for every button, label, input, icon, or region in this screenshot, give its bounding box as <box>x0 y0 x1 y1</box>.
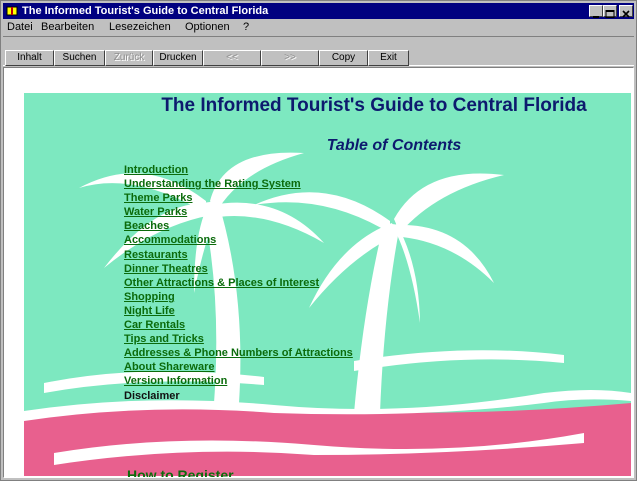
toc-link-dinner-theatres[interactable]: Dinner Theatres <box>124 262 353 276</box>
toc-link-beaches[interactable]: Beaches <box>124 219 353 233</box>
close-button[interactable] <box>619 5 633 18</box>
menu-datei[interactable]: Datei <box>7 20 33 35</box>
toc-list: Introduction Understanding the Rating Sy… <box>124 163 353 403</box>
window-title: The Informed Tourist's Guide to Central … <box>22 5 269 17</box>
how-to-register-link[interactable]: How to Register <box>127 467 234 477</box>
menu-bar: Datei Bearbeiten Lesezeichen Optionen ? <box>3 20 634 35</box>
toc-link-tips-and-tricks[interactable]: Tips and Tricks <box>124 332 353 346</box>
toc-link-restaurants[interactable]: Restaurants <box>124 248 353 262</box>
toc-link-accommodations[interactable]: Accommodations <box>124 233 353 247</box>
minimize-icon <box>593 16 599 18</box>
search-button[interactable]: Suchen <box>54 50 105 66</box>
title-bar[interactable]: The Informed Tourist's Guide to Central … <box>3 3 634 19</box>
back-button[interactable]: Zurück <box>105 50 153 66</box>
toc-link-version-information[interactable]: Version Information <box>124 374 353 388</box>
contents-button[interactable]: Inhalt <box>5 50 54 66</box>
page-title: The Informed Tourist's Guide to Central … <box>161 95 587 116</box>
toc-link-night-life[interactable]: Night Life <box>124 304 353 318</box>
toolbar: Inhalt Suchen Zurück Drucken << >> Copy … <box>3 36 634 66</box>
toc-heading: Table of Contents <box>326 137 462 154</box>
toc-link-car-rentals[interactable]: Car Rentals <box>124 318 353 332</box>
toc-link-rating-system[interactable]: Understanding the Rating System <box>124 177 353 191</box>
topic-pane[interactable]: The Informed Tourist's Guide to Central … <box>3 67 634 478</box>
toc-link-about-shareware[interactable]: About Shareware <box>124 360 353 374</box>
topic-content: The Informed Tourist's Guide to Central … <box>24 93 631 477</box>
toc-link-introduction[interactable]: Introduction <box>124 163 353 177</box>
menu-lesezeichen[interactable]: Lesezeichen <box>109 20 171 35</box>
close-icon <box>622 10 630 18</box>
toc-link-disclaimer[interactable]: Disclaimer <box>124 389 353 403</box>
help-book-icon <box>6 6 18 16</box>
toc-link-other-attractions[interactable]: Other Attractions & Places of Interest <box>124 276 353 290</box>
toc-link-addresses-phone[interactable]: Addresses & Phone Numbers of Attractions <box>124 346 353 360</box>
menu-help[interactable]: ? <box>243 20 249 35</box>
minimize-button[interactable] <box>589 5 603 18</box>
toc-link-theme-parks[interactable]: Theme Parks <box>124 191 353 205</box>
maximize-icon <box>605 10 615 18</box>
maximize-button[interactable] <box>603 5 617 18</box>
menu-bearbeiten[interactable]: Bearbeiten <box>41 20 94 35</box>
next-topic-button[interactable]: >> <box>261 50 319 66</box>
help-window: The Informed Tourist's Guide to Central … <box>0 0 637 481</box>
copy-button[interactable]: Copy <box>319 50 368 66</box>
toc-link-water-parks[interactable]: Water Parks <box>124 205 353 219</box>
menu-optionen[interactable]: Optionen <box>185 20 230 35</box>
toc-link-shopping[interactable]: Shopping <box>124 290 353 304</box>
exit-button[interactable]: Exit <box>368 50 409 66</box>
previous-topic-button[interactable]: << <box>203 50 261 66</box>
print-button[interactable]: Drucken <box>153 50 203 66</box>
